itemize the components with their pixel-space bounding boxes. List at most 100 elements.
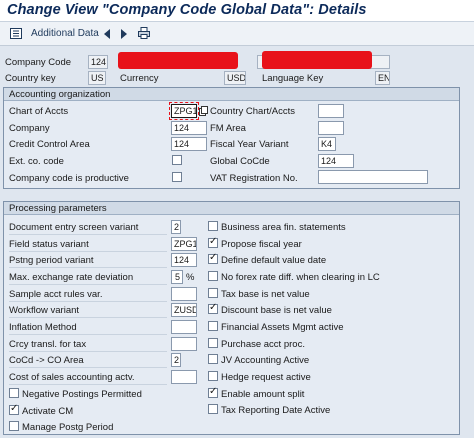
processing-right-checkbox[interactable]	[208, 338, 218, 348]
row-separator	[9, 251, 167, 252]
processing-right-label: No forex rate diff. when clearing in LC	[221, 272, 380, 283]
processing-right-checkbox[interactable]	[208, 302, 218, 314]
window-title: Change View "Company Code Global Data": …	[7, 2, 367, 18]
chart-of-accts-input[interactable]: ZPG1	[169, 102, 199, 120]
processing-left-input[interactable]: 5	[171, 270, 183, 284]
processing-right-checkbox[interactable]	[208, 271, 218, 281]
processing-right-label: JV Accounting Active	[221, 355, 310, 366]
processing-left-label: Field status variant	[9, 239, 89, 250]
productive-label: Company code is productive	[9, 173, 129, 184]
processing-left-check-label: Manage Postg Period	[22, 422, 114, 433]
processing-right-label: Financial Assets Mgmt active	[221, 322, 344, 333]
row-separator	[9, 367, 167, 368]
processing-left-checkbox[interactable]	[9, 403, 19, 415]
processing-left-checkbox[interactable]	[9, 421, 19, 431]
value-help-icon[interactable]	[199, 106, 208, 116]
row-separator	[9, 351, 167, 352]
fm-area-input[interactable]	[318, 121, 344, 135]
processing-parameters-title: Processing parameters	[9, 203, 107, 214]
toolbar: Additional Data	[0, 22, 474, 46]
company-input[interactable]: 124	[171, 121, 207, 135]
processing-left-label: Inflation Method	[9, 322, 77, 333]
processing-right-label: Business area fin. statements	[221, 222, 346, 233]
processing-right-checkbox[interactable]	[208, 404, 218, 414]
ext-co-code-checkbox[interactable]	[172, 155, 182, 165]
fiscal-year-variant-label: Fiscal Year Variant	[210, 139, 289, 150]
processing-left-input[interactable]	[171, 320, 197, 334]
processing-left-input[interactable]	[171, 370, 197, 384]
processing-right-checkbox[interactable]	[208, 371, 218, 381]
row-separator	[9, 384, 167, 385]
processing-right-label: Hedge request active	[221, 372, 311, 383]
processing-right-checkbox[interactable]	[208, 386, 218, 398]
processing-left-label: Max. exchange rate deviation	[9, 272, 134, 283]
fiscal-year-variant-input[interactable]: K4	[318, 137, 336, 151]
processing-left-check-label: Activate CM	[22, 406, 74, 417]
processing-right-label: Tax Reporting Date Active	[221, 405, 331, 416]
language-key-field: EN	[375, 71, 390, 85]
next-entry-icon[interactable]	[121, 29, 127, 39]
processing-right-checkbox[interactable]	[208, 321, 218, 331]
processing-left-label: Document entry screen variant	[9, 222, 139, 233]
ext-co-code-label: Ext. co. code	[9, 156, 64, 167]
processing-left-label: Sample acct rules var.	[9, 289, 103, 300]
processing-right-label: Propose fiscal year	[221, 239, 302, 250]
chart-of-accts-label: Chart of Accts	[9, 106, 69, 117]
global-cocde-label: Global CoCde	[210, 156, 270, 167]
processing-left-input[interactable]	[171, 337, 197, 351]
processing-left-input[interactable]: 124	[171, 253, 197, 267]
processing-left-input[interactable]: 2	[171, 220, 181, 234]
processing-right-checkbox[interactable]	[208, 354, 218, 364]
printer-icon[interactable]	[138, 27, 150, 39]
company-code-field: 124	[88, 55, 108, 69]
processing-left-input[interactable]: ZUSD	[171, 303, 197, 317]
list-icon[interactable]	[10, 28, 22, 39]
accounting-organization-title: Accounting organization	[9, 89, 111, 100]
global-cocde-input[interactable]: 124	[318, 154, 354, 168]
currency-label: Currency	[120, 73, 159, 84]
company-label: Company	[9, 123, 50, 134]
row-separator	[9, 234, 167, 235]
processing-right-label: Discount base is net value	[221, 305, 332, 316]
credit-control-input[interactable]: 124	[171, 137, 207, 151]
additional-data-button[interactable]: Additional Data	[31, 28, 99, 39]
processing-left-input[interactable]	[171, 287, 197, 301]
processing-parameters-header: Processing parameters	[4, 202, 459, 215]
currency-field: USD	[224, 71, 246, 85]
processing-left-label: Workflow variant	[9, 305, 80, 316]
processing-left-input[interactable]: ZPG1	[171, 237, 197, 251]
processing-right-label: Define default value date	[221, 255, 327, 266]
row-separator	[9, 267, 167, 268]
previous-entry-icon[interactable]	[104, 29, 110, 39]
redaction-city	[262, 51, 372, 69]
fm-area-label: FM Area	[210, 123, 246, 134]
processing-right-label: Tax base is net value	[221, 289, 310, 300]
processing-left-check-label: Negative Postings Permitted	[22, 389, 142, 400]
productive-checkbox[interactable]	[172, 172, 182, 182]
row-separator	[9, 317, 167, 318]
accounting-organization-header: Accounting organization	[4, 88, 459, 101]
country-chart-label: Country Chart/Accts	[210, 106, 295, 117]
title-bar: Change View "Company Code Global Data": …	[0, 0, 474, 22]
processing-left-label: Crcy transl. for tax	[9, 339, 87, 350]
row-separator	[9, 301, 167, 302]
row-separator	[9, 334, 167, 335]
processing-right-checkbox[interactable]	[208, 288, 218, 298]
processing-right-checkbox[interactable]	[208, 221, 218, 231]
processing-left-label: CoCd -> CO Area	[9, 355, 84, 366]
country-chart-input[interactable]	[318, 104, 344, 118]
vat-input[interactable]	[318, 170, 428, 184]
processing-left-label: Cost of sales accounting actv.	[9, 372, 135, 383]
processing-right-label: Enable amount split	[221, 389, 305, 400]
credit-control-label: Credit Control Area	[9, 139, 90, 150]
processing-right-checkbox[interactable]	[208, 252, 218, 264]
company-code-label: Company Code	[5, 57, 72, 68]
row-separator	[9, 284, 167, 285]
processing-left-input[interactable]: 2	[171, 353, 181, 367]
processing-right-checkbox[interactable]	[208, 236, 218, 248]
country-key-label: Country key	[5, 73, 56, 84]
language-key-label: Language Key	[262, 73, 324, 84]
redaction-company-name	[118, 52, 238, 69]
country-key-field: US	[88, 71, 106, 85]
processing-left-checkbox[interactable]	[9, 388, 19, 398]
